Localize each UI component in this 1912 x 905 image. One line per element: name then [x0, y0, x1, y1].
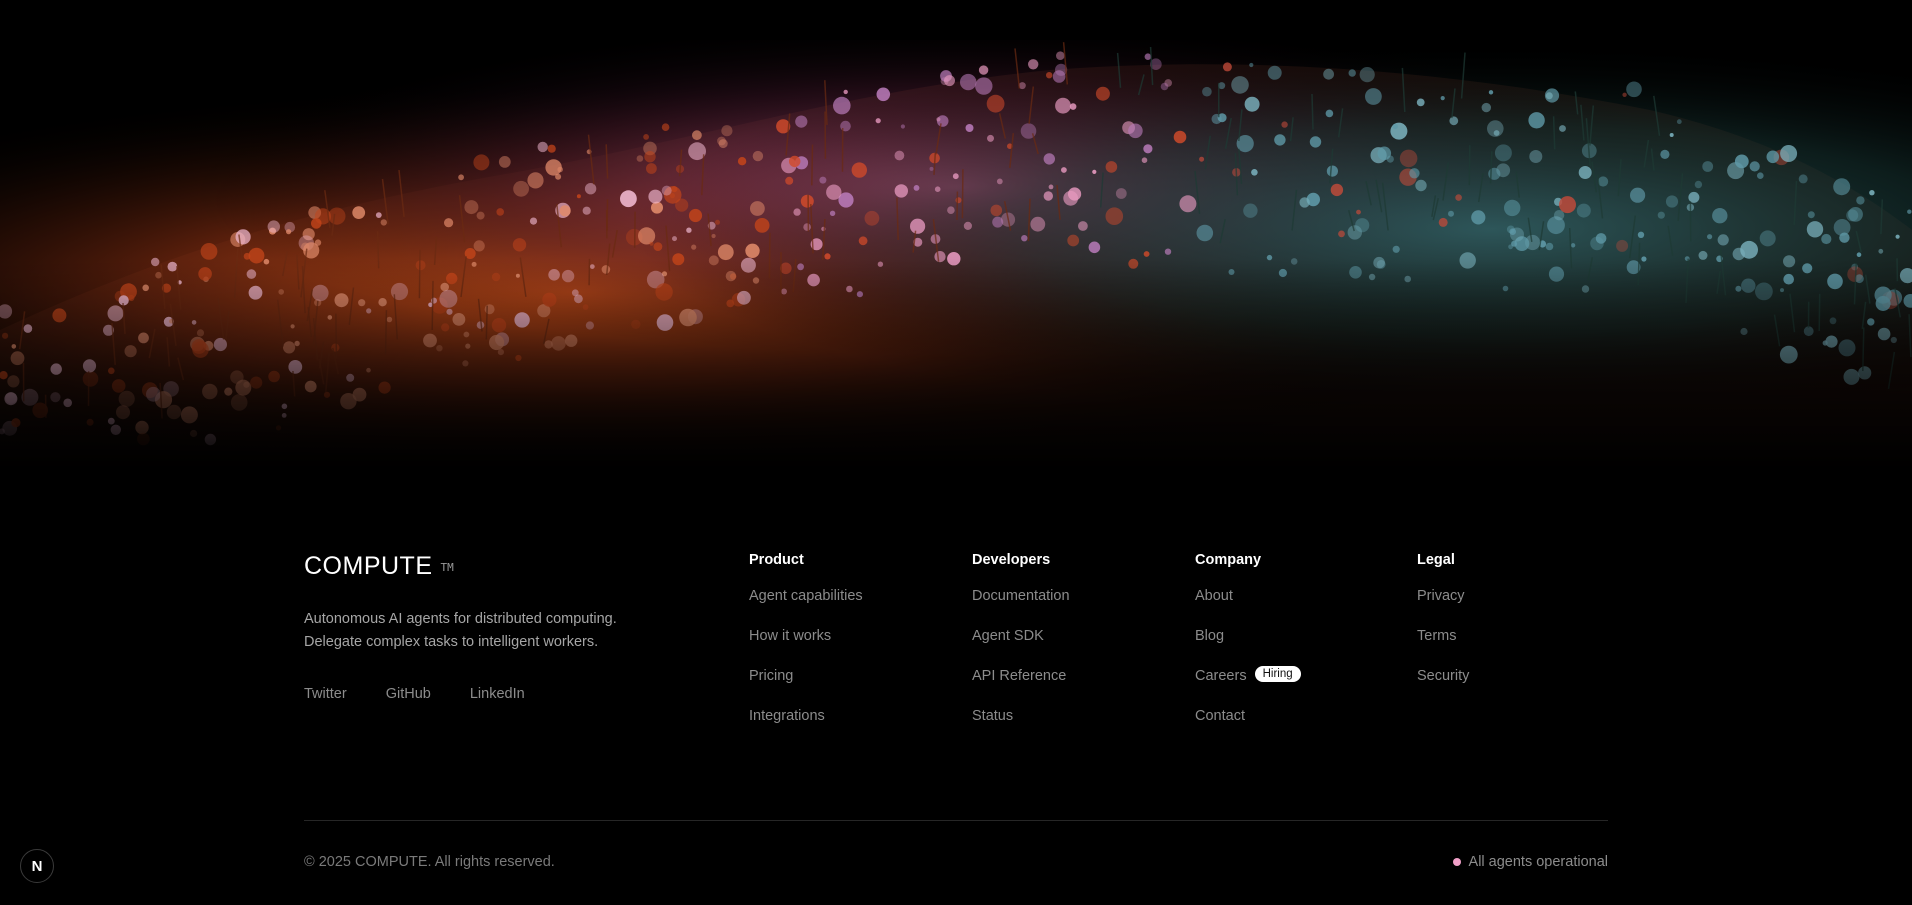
copyright-text: © 2025 COMPUTE. All rights reserved.: [304, 854, 555, 870]
footer-column-company: Company About Blog Careers Hiring Contac…: [1195, 552, 1301, 748]
hero-image: [0, 0, 1912, 470]
social-links: Twitter GitHub LinkedIn: [304, 686, 564, 702]
link-contact[interactable]: Contact: [1195, 708, 1245, 724]
brand-logo-text[interactable]: COMPUTE: [304, 552, 433, 581]
column-heading: Company: [1195, 552, 1262, 568]
link-terms[interactable]: Terms: [1417, 628, 1456, 644]
social-link-twitter[interactable]: Twitter: [304, 686, 347, 702]
footer-link-item: Contact: [1195, 708, 1301, 748]
nextjs-dev-indicator-icon[interactable]: N: [20, 849, 54, 883]
link-api-reference[interactable]: API Reference: [972, 668, 1066, 684]
footer-link-item: Status: [972, 708, 1070, 748]
footer-link-item: Documentation: [972, 588, 1070, 628]
footer-link-item: Pricing: [749, 668, 863, 708]
link-blog[interactable]: Blog: [1195, 628, 1224, 644]
footer-link-item: Careers Hiring: [1195, 666, 1301, 708]
link-careers[interactable]: Careers: [1195, 668, 1247, 684]
trademark-mark: TM: [440, 561, 454, 574]
social-link-linkedin[interactable]: LinkedIn: [470, 686, 525, 702]
footer-column-product: Product Agent capabilities How it works …: [749, 552, 863, 748]
link-agent-sdk[interactable]: Agent SDK: [972, 628, 1044, 644]
system-status[interactable]: All agents operational: [1452, 854, 1608, 870]
link-security[interactable]: Security: [1417, 668, 1469, 684]
footer-divider: [304, 820, 1608, 821]
footer-link-item: Agent SDK: [972, 628, 1070, 668]
column-heading: Developers: [972, 552, 1051, 568]
footer-brand: COMPUTE TM: [304, 552, 454, 581]
footer-link-item: Security: [1417, 668, 1469, 708]
link-integrations[interactable]: Integrations: [749, 708, 825, 724]
tagline-line-1: Autonomous AI agents for distributed com…: [304, 611, 617, 627]
status-dot-icon: [1452, 858, 1461, 866]
link-documentation[interactable]: Documentation: [972, 588, 1070, 604]
hiring-badge: Hiring: [1254, 666, 1301, 682]
footer-column-developers: Developers Documentation Agent SDK API R…: [972, 552, 1070, 748]
link-agent-capabilities[interactable]: Agent capabilities: [749, 588, 863, 604]
footer-link-item: Privacy: [1417, 588, 1469, 628]
column-heading: Legal: [1417, 552, 1455, 568]
link-pricing[interactable]: Pricing: [749, 668, 793, 684]
link-how-it-works[interactable]: How it works: [749, 628, 831, 644]
tagline-line-2: Delegate complex tasks to intelligent wo…: [304, 634, 599, 650]
flower-meadow-illustration: [0, 0, 1912, 470]
footer-link-item: Blog: [1195, 628, 1301, 668]
footer-column-legal: Legal Privacy Terms Security: [1417, 552, 1469, 708]
footer-link-item: Agent capabilities: [749, 588, 863, 628]
footer-link-item: API Reference: [972, 668, 1070, 708]
link-privacy[interactable]: Privacy: [1417, 588, 1465, 604]
column-heading: Product: [749, 552, 804, 568]
footer-link-item: About: [1195, 588, 1301, 628]
footer-link-item: Terms: [1417, 628, 1469, 668]
link-about[interactable]: About: [1195, 588, 1233, 604]
footer-link-item: Integrations: [749, 708, 863, 748]
status-text: All agents operational: [1468, 854, 1608, 870]
link-status[interactable]: Status: [972, 708, 1013, 724]
brand-tagline: Autonomous AI agents for distributed com…: [304, 608, 704, 654]
social-link-github[interactable]: GitHub: [386, 686, 431, 702]
footer-link-item: How it works: [749, 628, 863, 668]
